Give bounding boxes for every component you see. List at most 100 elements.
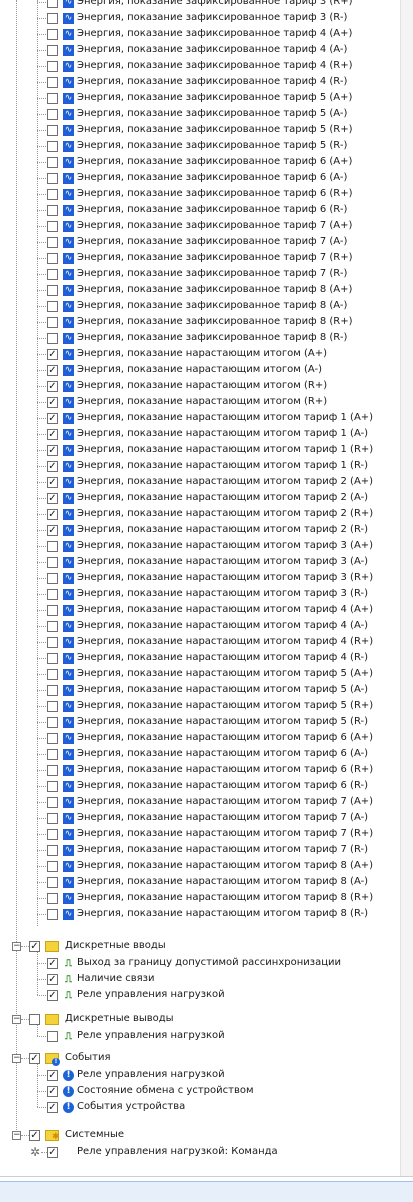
tree-item-checkbox[interactable]: ✓	[47, 1086, 58, 1097]
tree-item-checkbox[interactable]: ✓	[47, 477, 58, 488]
tree-item-checkbox[interactable]	[47, 189, 58, 200]
discrete-signal-icon: ⎍	[65, 1031, 72, 1042]
tree-item-checkbox[interactable]	[47, 157, 58, 168]
tree-item-checkbox[interactable]	[47, 253, 58, 264]
tree-item-checkbox[interactable]	[47, 669, 58, 680]
tree-item-checkbox[interactable]	[47, 45, 58, 56]
group-checkbox-system[interactable]: ✓	[29, 1130, 40, 1141]
tree-item-checkbox[interactable]	[47, 781, 58, 792]
tree-guide-line	[37, 722, 46, 723]
tree-item-checkbox[interactable]	[47, 653, 58, 664]
tree-guide-line	[37, 0, 38, 926]
tree-item-checkbox[interactable]	[47, 605, 58, 616]
tree-item-checkbox[interactable]	[47, 749, 58, 760]
tree-item-checkbox[interactable]	[47, 733, 58, 744]
tree-guide-line	[37, 530, 46, 531]
tree-item-checkbox[interactable]: ✓	[47, 509, 58, 520]
tree-item-checkbox[interactable]: ✓	[47, 990, 58, 1001]
tree-guide-line	[37, 979, 46, 980]
tree-item-checkbox[interactable]	[47, 269, 58, 280]
tree-item-checkbox[interactable]	[47, 93, 58, 104]
tree-item-checkbox[interactable]	[47, 541, 58, 552]
tree-item-checkbox[interactable]	[47, 701, 58, 712]
parameter-tree[interactable]: ∿ Энергия, показание зафиксированное тари…	[0, 0, 400, 1172]
tree-item-checkbox[interactable]: ✓	[47, 413, 58, 424]
tree-item-checkbox[interactable]	[47, 877, 58, 888]
tree-item-checkbox[interactable]: ✓	[47, 525, 58, 536]
tree-item-checkbox[interactable]	[47, 285, 58, 296]
tree-item-checkbox[interactable]	[47, 621, 58, 632]
tree-item-checkbox[interactable]	[47, 221, 58, 232]
tree-item-checkbox[interactable]	[47, 1031, 58, 1042]
tree-item-checkbox[interactable]: ✓	[47, 397, 58, 408]
tree-item-checkbox[interactable]	[47, 893, 58, 904]
group-checkbox-discrete_outputs[interactable]	[29, 1014, 40, 1025]
analog-signal-icon: ∿	[63, 61, 74, 72]
group-checkbox-discrete_inputs[interactable]: ✓	[29, 941, 40, 952]
tree-item-label: События устройства	[77, 1101, 186, 1112]
tree-item-checkbox[interactable]: ✓	[47, 461, 58, 472]
tree-item-checkbox[interactable]: ✓	[47, 974, 58, 985]
tree-item-checkbox[interactable]	[47, 557, 58, 568]
tree-item-checkbox[interactable]	[47, 845, 58, 856]
analog-signal-icon: ∿	[63, 525, 74, 536]
tree-item-checkbox[interactable]	[47, 685, 58, 696]
collapse-toggle[interactable]: −	[12, 1054, 21, 1063]
tree-item-checkbox[interactable]	[47, 829, 58, 840]
tree-item-checkbox[interactable]	[47, 237, 58, 248]
tree-item-checkbox[interactable]	[47, 173, 58, 184]
analog-signal-icon: ∿	[63, 845, 74, 856]
tree-item-label: Энергия, показание нарастающим итогом та…	[77, 732, 374, 743]
tree-guide-line	[37, 1075, 46, 1076]
tree-item-checkbox[interactable]: ✓	[47, 429, 58, 440]
tree-item-checkbox[interactable]	[47, 765, 58, 776]
tree-item-checkbox[interactable]: ✓	[47, 493, 58, 504]
event-icon: !	[63, 1102, 74, 1113]
tree-item-checkbox[interactable]: ✓	[47, 445, 58, 456]
tree-item-checkbox[interactable]	[47, 797, 58, 808]
collapse-toggle[interactable]: −	[12, 1131, 21, 1140]
tree-item-checkbox[interactable]	[47, 141, 58, 152]
tree-item-checkbox[interactable]	[47, 13, 58, 24]
tree-item-checkbox[interactable]	[47, 717, 58, 728]
collapse-toggle[interactable]: −	[12, 1015, 21, 1024]
tree-item-checkbox[interactable]	[47, 205, 58, 216]
tree-item-checkbox[interactable]	[47, 0, 58, 8]
tree-item-checkbox[interactable]: ✓	[47, 349, 58, 360]
tree-item-checkbox[interactable]: ✓	[47, 381, 58, 392]
tree-item-checkbox[interactable]: ✓	[47, 1102, 58, 1113]
tree-item-checkbox[interactable]	[47, 573, 58, 584]
analog-signal-icon: ∿	[63, 333, 74, 344]
tree-item-checkbox[interactable]: ✓	[47, 958, 58, 969]
tree-item-checkbox[interactable]	[47, 317, 58, 328]
tree-item-checkbox[interactable]: ✓	[47, 1070, 58, 1081]
tree-item-checkbox[interactable]	[47, 637, 58, 648]
tree-item-checkbox[interactable]	[47, 813, 58, 824]
group-checkbox-events[interactable]: ✓	[29, 1053, 40, 1064]
tree-guide-line	[37, 770, 46, 771]
tree-item-checkbox[interactable]: ✓	[47, 365, 58, 376]
collapse-toggle[interactable]: −	[12, 942, 21, 951]
tree-item-label: Энергия, показание нарастающим итогом та…	[77, 412, 374, 423]
tree-item-label: Наличие связи	[77, 973, 155, 984]
tree-item-checkbox[interactable]	[47, 29, 58, 40]
tree-item-label: Энергия, показание зафиксированное тариф…	[77, 284, 353, 295]
tree-guide-line	[37, 50, 46, 51]
tree-item-checkbox[interactable]	[47, 909, 58, 920]
tree-item-label: Энергия, показание зафиксированное тариф…	[77, 236, 348, 247]
tree-item-checkbox[interactable]	[47, 861, 58, 872]
tree-item-checkbox[interactable]	[47, 77, 58, 88]
vertical-scrollbar[interactable]	[400, 0, 413, 1176]
tree-item-checkbox[interactable]	[47, 301, 58, 312]
tree-item-label: Энергия, показание зафиксированное тариф…	[77, 140, 348, 151]
tree-item-label: Энергия, показание зафиксированное тариф…	[77, 60, 353, 71]
analog-signal-icon: ∿	[63, 877, 74, 888]
tree-item-checkbox[interactable]	[47, 125, 58, 136]
group-label-discrete_outputs: Дискретные выводы	[65, 1013, 174, 1024]
tree-item-checkbox[interactable]	[47, 61, 58, 72]
tree-item-checkbox[interactable]	[47, 109, 58, 120]
tree-item-checkbox[interactable]: ✓	[47, 1147, 58, 1158]
tree-item-checkbox[interactable]	[47, 333, 58, 344]
tree-item-checkbox[interactable]	[47, 589, 58, 600]
tree-guide-line	[37, 466, 46, 467]
